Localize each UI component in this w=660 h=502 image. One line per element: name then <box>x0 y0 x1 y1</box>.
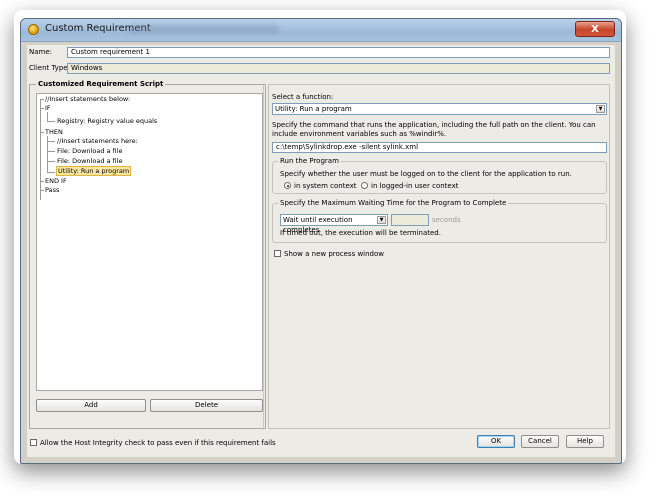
cancel-button[interactable]: Cancel <box>521 435 559 448</box>
pane-splitter[interactable] <box>263 85 266 430</box>
integrity-pass-label: Allow the Host Integrity check to pass e… <box>40 439 276 447</box>
wait-time-group: Specify the Maximum Waiting Time for the… <box>272 199 607 243</box>
tree-item[interactable]: Registry: Registry value equals <box>57 117 157 125</box>
tree-line <box>40 132 44 133</box>
function-select-value: Utility: Run a program <box>275 105 352 113</box>
user-context-label: in logged-in user context <box>371 182 459 190</box>
tree-line <box>40 99 44 100</box>
ok-button[interactable]: OK <box>477 435 515 448</box>
app-shield-icon <box>28 24 39 35</box>
tree-item[interactable]: THEN <box>45 128 63 136</box>
close-icon: X <box>591 24 599 35</box>
tree-line <box>47 151 55 152</box>
tree-line <box>40 99 41 200</box>
system-context-radio[interactable] <box>284 182 291 189</box>
script-pane-title: Customized Requirement Script <box>36 80 166 88</box>
tree-item[interactable]: //Insert statements here: <box>57 137 138 145</box>
title-bar[interactable]: Custom Requirement X <box>21 19 621 42</box>
system-context-label: in system context <box>294 182 357 190</box>
function-select[interactable]: Utility: Run a program ▼ <box>272 103 607 115</box>
chevron-down-icon: ▼ <box>377 216 386 224</box>
run-program-help: Specify whether the user must be logged … <box>280 170 572 178</box>
new-process-window-checkbox[interactable] <box>274 250 281 257</box>
run-program-group: Run the Program Specify whether the user… <box>272 157 607 194</box>
function-panel: Select a function: Utility: Run a progra… <box>268 84 610 429</box>
tree-line <box>47 161 55 162</box>
name-label: Name: <box>29 48 53 56</box>
client-type-field: Windows <box>67 63 610 74</box>
tree-line <box>47 112 48 121</box>
script-pane: Customized Requirement Script //Insert s… <box>29 80 266 429</box>
select-function-label: Select a function: <box>272 93 334 101</box>
seconds-label: seconds <box>432 216 461 224</box>
user-context-radio[interactable] <box>361 182 368 189</box>
wait-time-title: Specify the Maximum Waiting Time for the… <box>278 199 509 207</box>
integrity-pass-checkbox[interactable] <box>30 439 37 446</box>
dialog-content: Name: Custom requirement 1 Client Type: … <box>27 45 615 457</box>
tree-item[interactable]: IF <box>45 104 51 112</box>
tree-line <box>40 181 44 182</box>
seconds-input <box>391 214 429 226</box>
tree-item[interactable]: File: Download a file <box>57 157 122 165</box>
timeout-note: If timed out, the execution will be term… <box>280 229 441 237</box>
delete-button[interactable]: Delete <box>150 399 263 412</box>
tree-line <box>40 190 44 191</box>
new-process-window-label: Show a new process window <box>284 250 385 258</box>
tree-item[interactable]: Pass <box>45 186 59 194</box>
tree-line <box>47 172 55 173</box>
wait-mode-select[interactable]: Wait until execution completes ▼ <box>280 214 388 234</box>
script-tree[interactable]: //Insert statements below: IF Registry: … <box>36 93 263 391</box>
tree-line <box>47 121 55 122</box>
command-input[interactable]: c:\temp\Sylinkdrop.exe -silent sylink.xm… <box>272 142 607 153</box>
name-input[interactable]: Custom requirement 1 <box>67 47 610 58</box>
run-program-title: Run the Program <box>278 157 341 165</box>
client-type-label: Client Type: <box>29 64 70 72</box>
custom-requirement-dialog: Custom Requirement X Name: Custom requir… <box>20 18 622 464</box>
chevron-down-icon: ▼ <box>596 105 605 113</box>
title-bar-blur <box>129 25 279 34</box>
tree-line <box>40 108 44 109</box>
tree-item[interactable]: //Insert statements below: <box>45 95 130 103</box>
command-help: Specify the command that runs the applic… <box>272 121 596 138</box>
help-button[interactable]: Help <box>566 435 604 448</box>
tree-item[interactable]: END IF <box>45 177 67 185</box>
tree-item[interactable]: File: Download a file <box>57 147 122 155</box>
close-button[interactable]: X <box>575 21 615 37</box>
tree-line <box>47 141 55 142</box>
add-button[interactable]: Add <box>36 399 146 412</box>
tree-item-selected[interactable]: Utility: Run a program <box>56 166 132 176</box>
